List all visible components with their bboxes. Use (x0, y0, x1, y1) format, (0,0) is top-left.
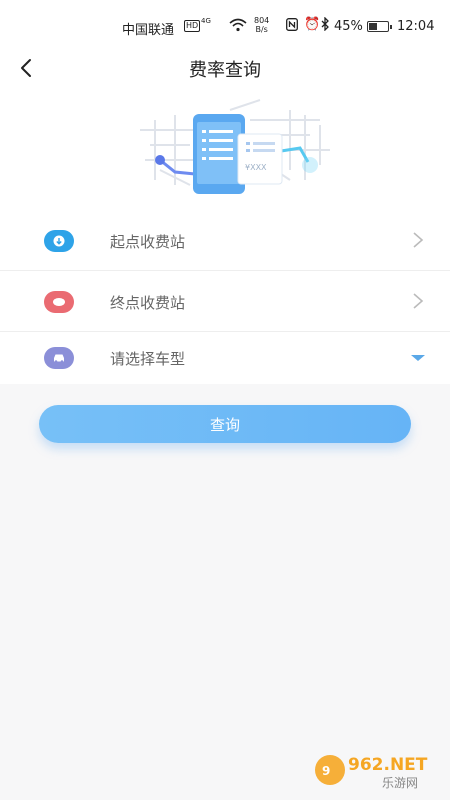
vehicle-type-placeholder: 请选择车型 (110, 350, 186, 368)
start-station-label: 起点收费站 (110, 233, 186, 251)
hero-illustration: ¥XXX (0, 90, 450, 210)
end-station-icon (44, 291, 74, 313)
end-station-row[interactable]: 终点收费站 (0, 271, 450, 332)
site-watermark: 9 962.NET 乐游网 (312, 748, 442, 792)
nfc-icon (286, 18, 298, 35)
vehicle-type-icon (44, 347, 74, 369)
watermark-logo: 9 962.NET 乐游网 (315, 755, 428, 790)
start-station-icon (44, 230, 74, 252)
bluetooth-icon (321, 16, 330, 35)
nav-bar: 费率查询 (0, 50, 450, 90)
speed-unit: B/s (255, 25, 268, 34)
battery-percent: 45% (334, 19, 363, 34)
price-placeholder: ¥XXX (245, 163, 267, 172)
vehicle-type-row[interactable]: 请选择车型 (0, 332, 450, 384)
car-icon (54, 354, 64, 363)
battery-icon (367, 21, 392, 32)
page-title: 费率查询 (189, 60, 261, 81)
chevron-right-icon (413, 232, 424, 248)
status-bar: 中国联通 HD 4G 804 B/s ⏰ 45% 12:04 (0, 0, 450, 50)
battery-fill (369, 23, 377, 30)
chevron-right-icon (413, 293, 424, 309)
clock: 12:04 (397, 19, 435, 34)
arrow-down-icon (53, 235, 65, 247)
route-phone-illustration: ¥XXX (140, 99, 330, 194)
carrier-name: 中国联通 (122, 23, 175, 38)
speed-value: 804 (254, 16, 270, 25)
net-speed: 804 B/s (254, 16, 269, 34)
svg-text:9: 9 (322, 764, 330, 778)
stop-dot-icon (53, 298, 65, 306)
network-type: 4G (201, 17, 211, 25)
watermark-brand: 962.NET (348, 755, 428, 775)
alarm-icon: ⏰ (304, 17, 321, 32)
caret-down-icon (411, 355, 425, 361)
watermark-subtitle: 乐游网 (382, 776, 418, 790)
start-station-row[interactable]: 起点收费站 (0, 210, 450, 271)
query-button[interactable]: 查询 (39, 405, 411, 443)
end-station-label: 终点收费站 (110, 294, 186, 312)
fare-query-form: 起点收费站 终点收费站 请选择车型 (0, 210, 450, 384)
wifi-icon (228, 18, 248, 36)
hd-badge: HD (184, 20, 201, 32)
